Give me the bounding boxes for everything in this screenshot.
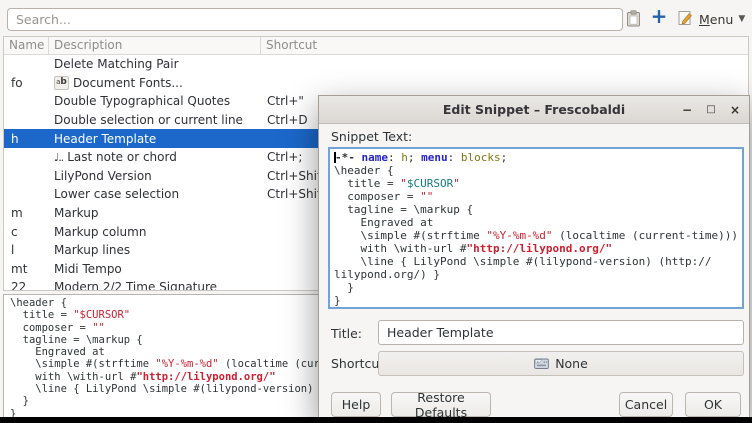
table-header: Name Description Shortcut [4, 37, 748, 55]
code-line: \simple #(strftime "%Y-%m-%d" (localtime… [334, 229, 738, 242]
row-name: m [4, 206, 49, 220]
chevron-down-icon: ▼ [738, 14, 745, 24]
row-description: Double selection or current line [49, 113, 261, 127]
code-line: -*- name: h; menu: blocks; [334, 151, 738, 164]
paste-icon[interactable] [624, 9, 642, 27]
code-line: tagline = \markup { [334, 203, 738, 216]
ok-button[interactable]: OK [685, 392, 741, 417]
row-description: Header Template [49, 132, 261, 146]
snippet-text-editor[interactable]: -*- name: h; menu: blocks;\header { titl… [328, 147, 744, 309]
row-description: LilyPond Version [49, 169, 261, 183]
menu-button-label: Menu [699, 12, 733, 27]
document-fonts-icon: ab [54, 76, 69, 90]
search-input[interactable] [7, 8, 623, 31]
add-snippet-icon[interactable]: + [650, 3, 668, 29]
title-input[interactable] [378, 320, 744, 345]
row-description: Double Typographical Quotes [49, 94, 261, 108]
code-line: } [334, 294, 738, 307]
close-icon[interactable]: × [729, 104, 741, 116]
row-description: Modern 2/2 Time Signature [49, 280, 261, 291]
code-line: Engraved at [334, 216, 738, 229]
row-description: ♩..Last note or chord [49, 150, 261, 164]
shortcut-button[interactable]: None [378, 351, 744, 376]
row-description: abDocument Fonts... [49, 76, 261, 90]
menu-button[interactable]: Menu ▼ [699, 8, 745, 30]
help-button[interactable]: Help [331, 392, 381, 417]
row-description: Markup column [49, 225, 261, 239]
music-note-icon: ♩.. [54, 151, 63, 164]
table-row[interactable]: Delete Matching Pair [4, 55, 748, 74]
code-line: lilypond.org/) } [334, 268, 738, 281]
row-name: c [4, 225, 49, 239]
code-line: \header { [334, 164, 738, 177]
table-row[interactable]: foabDocument Fonts... [4, 74, 748, 93]
dialog-title: Edit Snippet – Frescobaldi [443, 102, 625, 117]
cancel-button[interactable]: Cancel [619, 392, 673, 417]
row-name: h [4, 132, 49, 146]
pencil-page-icon [678, 10, 693, 26]
title-label: Title: [331, 326, 362, 341]
row-name: fo [4, 76, 49, 90]
code-line: title = "$CURSOR" [334, 177, 738, 190]
window-controls: − □ × [681, 96, 741, 123]
restore-defaults-button[interactable]: Restore Defaults [391, 392, 491, 417]
row-description: Midi Tempo [49, 262, 261, 276]
row-description: Markup lines [49, 243, 261, 257]
row-description: Delete Matching Pair [49, 57, 261, 71]
code-line: \line { LilyPond \simple #(lilypond-vers… [334, 255, 738, 268]
minimize-icon[interactable]: − [681, 104, 693, 116]
dialog-titlebar[interactable]: Edit Snippet – Frescobaldi − □ × [319, 96, 749, 124]
row-name: mt [4, 262, 49, 276]
column-header-description[interactable]: Description [49, 37, 261, 54]
code-line: } [334, 281, 738, 294]
row-description: Lower case selection [49, 187, 261, 201]
edit-snippet-dialog: Edit Snippet – Frescobaldi − □ × Snippet… [318, 95, 750, 419]
clipboard-icon [626, 10, 641, 27]
code-line: with \with-url #"http://lilypond.org/" [334, 242, 738, 255]
keyboard-icon [534, 357, 549, 370]
column-header-name[interactable]: Name [4, 37, 49, 54]
row-description: Markup [49, 206, 261, 220]
shortcut-value: None [555, 356, 588, 371]
column-header-shortcut[interactable]: Shortcut [261, 37, 748, 54]
snippet-text-label: Snippet Text: [331, 129, 412, 144]
row-name: l [4, 243, 49, 257]
code-line: composer = "" [334, 190, 738, 203]
edit-snippet-icon[interactable] [676, 9, 694, 27]
screen-bottom-strip [0, 417, 752, 423]
row-name: 22 [4, 280, 49, 291]
maximize-icon[interactable]: □ [705, 105, 717, 115]
